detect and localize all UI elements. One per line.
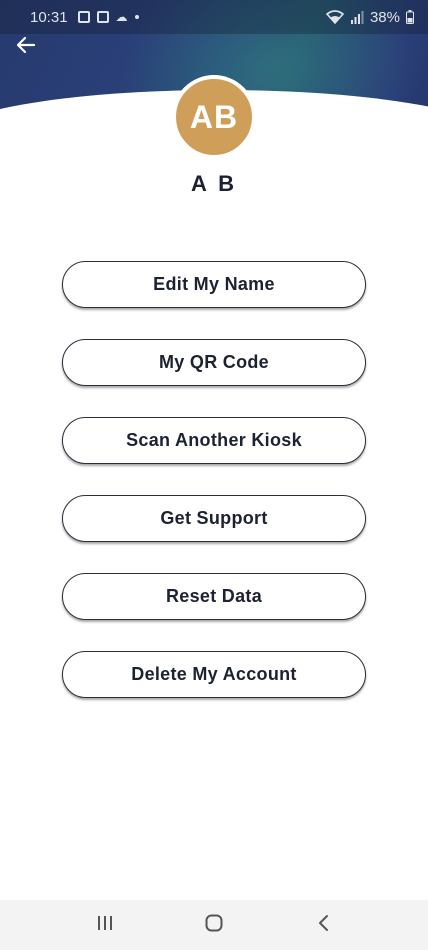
- more-notifications-icon: [134, 15, 139, 19]
- notification-icons: ☁: [77, 10, 139, 24]
- reset-data-button[interactable]: Reset Data: [62, 573, 366, 620]
- recent-apps-icon: [96, 915, 114, 936]
- cloud-notification-icon: ☁: [115, 10, 128, 24]
- delete-account-label: Delete My Account: [131, 664, 297, 684]
- qr-code-button[interactable]: My QR Code: [62, 339, 366, 386]
- get-support-button[interactable]: Get Support: [62, 495, 366, 542]
- system-nav-bar: [0, 900, 428, 950]
- scan-kiosk-button[interactable]: Scan Another Kiosk: [62, 417, 366, 464]
- get-support-label: Get Support: [160, 508, 268, 528]
- nav-back-button[interactable]: [303, 905, 343, 945]
- edit-name-label: Edit My Name: [153, 274, 275, 294]
- qr-code-label: My QR Code: [158, 352, 269, 372]
- gallery-notification-icon: [77, 11, 90, 23]
- status-bar: 10:31 ☁ 38%: [0, 0, 428, 34]
- arrow-left-icon: [16, 36, 36, 59]
- delete-account-button[interactable]: Delete My Account: [62, 651, 366, 698]
- home-icon: [205, 914, 223, 937]
- reset-data-label: Reset Data: [165, 586, 263, 606]
- profile-menu: Edit My Name My QR Code Scan Another Kio…: [62, 261, 366, 729]
- nav-back-icon: [317, 914, 329, 937]
- edit-name-button[interactable]: Edit My Name: [62, 261, 366, 308]
- wifi-icon: [325, 10, 344, 24]
- recent-apps-button[interactable]: [85, 905, 125, 945]
- avatar-initials: AB: [189, 98, 239, 135]
- avatar: AB: [172, 75, 256, 159]
- scan-kiosk-label: Scan Another Kiosk: [126, 430, 302, 450]
- back-button[interactable]: [12, 34, 40, 60]
- user-name: A B: [190, 171, 238, 196]
- app-notification-icon: [96, 11, 109, 23]
- battery-percent: 38%: [369, 8, 400, 26]
- status-time: 10:31: [30, 8, 68, 26]
- signal-icon: [350, 10, 364, 24]
- battery-icon: [406, 10, 414, 24]
- home-button[interactable]: [194, 905, 234, 945]
